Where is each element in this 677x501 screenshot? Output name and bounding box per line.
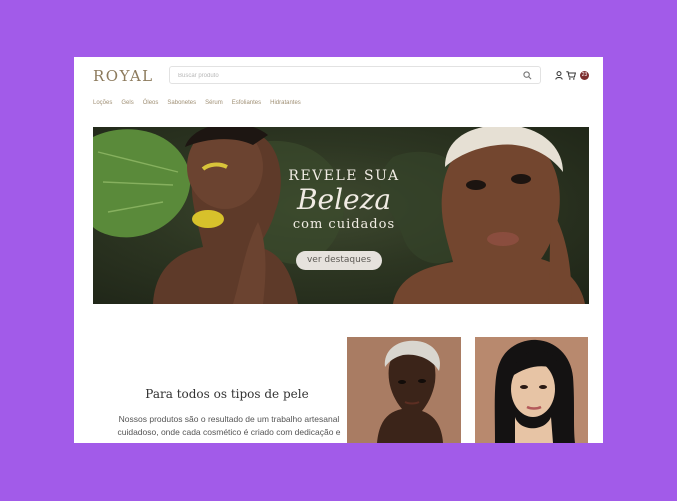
view-highlights-button[interactable]: ver destaques (296, 251, 382, 270)
section-description-line-1: Nossos produtos são o resultado de um tr… (118, 414, 340, 424)
nav-item-serum[interactable]: Sérum (205, 100, 223, 106)
nav-item-hidratantes[interactable]: Hidratantes (270, 100, 301, 106)
hero-banner: REVELE SUA Beleza com cuidados ver desta… (93, 127, 589, 304)
site-logo[interactable]: ROYAL (93, 67, 154, 85)
nav-item-locoes[interactable]: Loções (93, 100, 112, 106)
hero-headline: REVELE SUA Beleza com cuidados (264, 167, 424, 234)
header-actions: 23 (555, 70, 589, 80)
user-icon[interactable] (555, 70, 563, 80)
nav-item-gels[interactable]: Gels (121, 100, 133, 106)
nav-item-sabonetes[interactable]: Sabonetes (167, 100, 196, 106)
nav-item-oleos[interactable]: Óleos (143, 100, 159, 106)
search-icon[interactable] (523, 71, 532, 80)
section-description: Nossos produtos são o resultado de um tr… (96, 413, 362, 439)
nav-item-esfoliantes[interactable]: Esfoliantes (232, 100, 261, 106)
cart-icon[interactable] (566, 70, 576, 80)
hero-line-2: Beleza (296, 183, 392, 216)
search-bar[interactable] (169, 66, 541, 85)
model-portrait-1 (347, 337, 461, 443)
model-photo-2 (475, 337, 588, 443)
search-input[interactable] (170, 67, 520, 85)
hero-line-3: com cuidados (292, 217, 396, 232)
model-photo-1 (347, 337, 461, 443)
model-portrait-2 (475, 337, 588, 443)
cart-count-badge[interactable]: 23 (580, 70, 589, 80)
section-title: Para todos os tipos de pele (145, 387, 309, 401)
website-page: ROYAL 23 Loções Gels Óleos Sabonetes Sér… (74, 57, 603, 443)
section-description-line-2: cuidadoso, onde cada cosmético é criado … (117, 427, 341, 437)
category-nav: Loções Gels Óleos Sabonetes Sérum Esfoli… (93, 100, 301, 106)
